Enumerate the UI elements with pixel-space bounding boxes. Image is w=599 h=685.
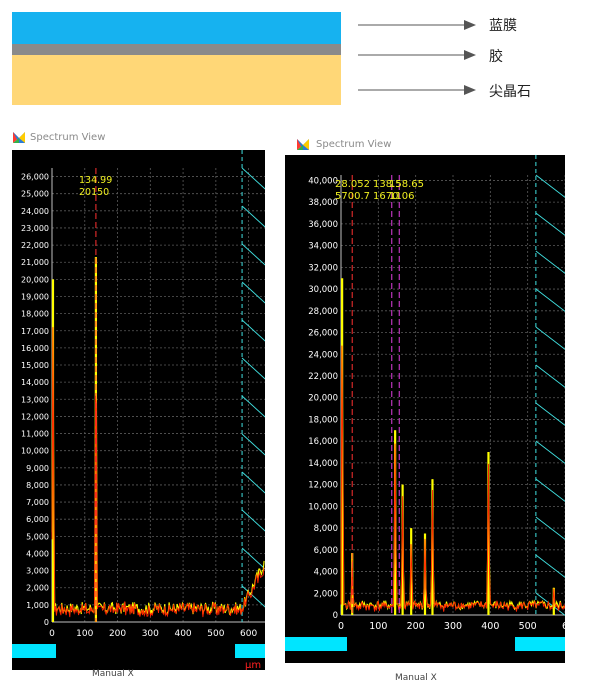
- y-tick-label: 25,000: [21, 190, 49, 199]
- y-tick-label: 15,000: [21, 361, 49, 370]
- y-tick-label: 26,000: [308, 329, 338, 339]
- x-tick-label: 100: [76, 629, 93, 639]
- arrow-glue: [358, 50, 476, 60]
- y-tick-label: 4,000: [26, 549, 49, 558]
- label-glue: 胶: [489, 49, 503, 65]
- spectrum-app-icon: [297, 139, 309, 150]
- y-tick-label: 6,000: [26, 515, 49, 524]
- spectrum-chart-right: 0 2,000 4,000 6,000 8,000 10,000 12,000 14,000 1…: [285, 155, 565, 682]
- y-tick-label: 24,000: [21, 207, 49, 216]
- spectrum-app-icon: [13, 132, 25, 143]
- y-tick-label: 36,000: [308, 220, 338, 230]
- x-unit-label: µm: [245, 660, 261, 671]
- layer-blue-film: [12, 12, 341, 44]
- y-tick-label: 30,000: [308, 285, 338, 295]
- y-tick-label: 16,000: [308, 437, 338, 447]
- x-tick-label: 400: [174, 629, 191, 639]
- plot-background: [12, 150, 265, 644]
- panel-title: Spectrum View: [316, 139, 392, 150]
- y-tick-label: 14,000: [308, 459, 338, 469]
- y-tick-label: 18,000: [308, 415, 338, 425]
- y-tick-label: 0: [44, 618, 49, 627]
- x-tick-label: 500: [207, 629, 224, 639]
- y-tick-label: 10,000: [308, 502, 338, 512]
- y-tick-label: 5,000: [26, 532, 49, 541]
- y-tick-label: 9,000: [26, 464, 49, 473]
- scrollbar-cyan-left: [12, 644, 56, 658]
- x-tick-label: 0: [338, 621, 344, 632]
- scrollbar-cyan-left: [285, 637, 347, 651]
- y-tick-label: 1,000: [26, 601, 49, 610]
- y-tick-label: 2,000: [314, 589, 338, 599]
- y-tick-label: 26,000: [21, 173, 49, 182]
- y-tick-label: 11,000: [21, 430, 49, 439]
- y-tick-label: 22,000: [308, 372, 338, 382]
- y-tick-label: 4,000: [314, 568, 338, 578]
- y-tick-label: 28,000: [308, 307, 338, 317]
- y-tick-label: 23,000: [21, 224, 49, 233]
- y-tick-label: 19,000: [21, 292, 49, 301]
- arrow-spinel: [358, 85, 476, 95]
- y-tick-label: 8,000: [314, 524, 338, 534]
- y-tick-label: 7,000: [26, 498, 49, 507]
- x-tick-label: 300: [142, 629, 159, 639]
- x-tick-label: 300: [444, 621, 462, 632]
- y-tick-label: 10,000: [21, 447, 49, 456]
- layer-spinel: [12, 55, 341, 105]
- y-tick-label: 12,000: [308, 481, 338, 491]
- y-tick-label: 40,000: [308, 176, 338, 186]
- status-strip: [285, 651, 565, 663]
- cursor-x-label: 134.99: [79, 175, 112, 186]
- y-tick-label: 32,000: [308, 263, 338, 273]
- y-tick-label: 18,000: [21, 310, 49, 319]
- y-tick-label: 6,000: [314, 546, 338, 556]
- y-tick-label: 34,000: [308, 242, 338, 252]
- x-tick-label: 600: [240, 629, 257, 639]
- y-tick-label: 2,000: [26, 584, 49, 593]
- x-tick-label: 6: [562, 621, 565, 632]
- x-tick-label: 100: [369, 621, 387, 632]
- y-tick-label: 21,000: [21, 258, 49, 267]
- y-tick-label: 8,000: [26, 481, 49, 490]
- layer-glue: [12, 44, 341, 55]
- scrollbar-cyan-right: [515, 637, 565, 651]
- cursor-y-label: 20150: [79, 187, 109, 198]
- x-tick-label: 200: [407, 621, 425, 632]
- y-tick-label: 20,000: [308, 394, 338, 404]
- manual-x-label: Manual X: [92, 669, 134, 678]
- y-tick-label: 14,000: [21, 378, 49, 387]
- panel-title: Spectrum View: [30, 132, 106, 143]
- spectrum-chart-left: 0 1,000 2,000 3,000 4,000 5,000 6,000 7,000 8,00…: [12, 150, 265, 678]
- y-tick-label: 0: [333, 611, 338, 621]
- y-tick-label: 22,000: [21, 241, 49, 250]
- y-tick-label: 12,000: [21, 412, 49, 421]
- arrow-blue-film: [358, 20, 476, 30]
- scrollbar-cyan-right: [235, 644, 265, 658]
- label-blue-film: 蓝膜: [489, 18, 517, 34]
- y-tick-label: 20,000: [21, 275, 49, 284]
- cursor-y-label: 5700.7: [335, 191, 370, 202]
- y-tick-label: 3,000: [26, 567, 49, 576]
- x-tick-label: 500: [519, 621, 537, 632]
- cursor-x-label: 158.65: [389, 179, 424, 190]
- status-strip: [12, 658, 265, 670]
- x-tick-label: 400: [481, 621, 499, 632]
- y-tick-label: 24,000: [308, 350, 338, 360]
- x-tick-label: 0: [49, 629, 55, 639]
- cursor-x-label: 28.052: [335, 179, 370, 190]
- cursor-y-label: 1106: [389, 191, 414, 202]
- y-tick-label: 38,000: [308, 198, 338, 208]
- label-spinel: 尖晶石: [489, 84, 531, 100]
- x-tick-label: 200: [109, 629, 126, 639]
- manual-x-label: Manual X: [395, 673, 437, 682]
- y-tick-label: 17,000: [21, 327, 49, 336]
- y-tick-label: 16,000: [21, 344, 49, 353]
- y-tick-label: 13,000: [21, 395, 49, 404]
